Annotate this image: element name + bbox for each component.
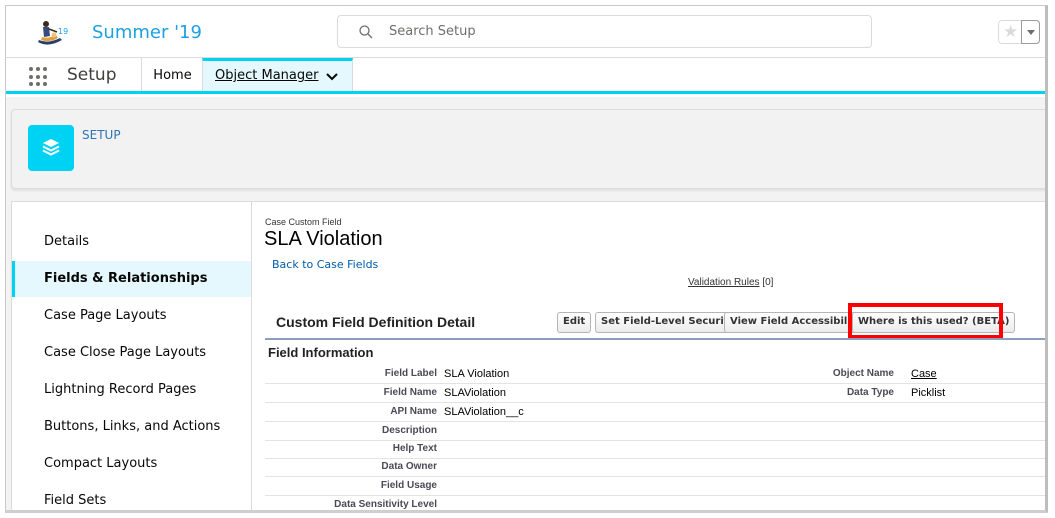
- data-type-label: Data Type: [846, 387, 894, 398]
- app-window: 19 Summer '19 Search Setup ★ Setup Home …: [5, 5, 1048, 513]
- table-row: Description: [265, 422, 1045, 441]
- object-sidebar: Details Fields & Relationships Case Page…: [11, 201, 252, 510]
- context-bar: Setup Home Object Manager: [6, 58, 1045, 94]
- object-name-link[interactable]: Case: [911, 368, 937, 380]
- search-icon: [358, 24, 374, 40]
- sidebar-item-fields-relationships[interactable]: Fields & Relationships: [12, 261, 252, 297]
- table-row: API Name SLAViolation__c: [265, 403, 1045, 422]
- table-row: Field Label SLA Violation Object Name Ca…: [265, 365, 1045, 384]
- sidebar-item-field-sets[interactable]: Field Sets: [12, 483, 252, 510]
- search-input[interactable]: Search Setup: [337, 15, 872, 48]
- sidebar-item-compact-layouts[interactable]: Compact Layouts: [12, 446, 252, 482]
- validation-rules-count: [0]: [762, 277, 774, 288]
- field-detail-panel: Case Custom Field SLA Violation Back to …: [251, 201, 1045, 510]
- table-row: Data Owner: [265, 458, 1045, 477]
- release-brand: Summer '19: [92, 22, 202, 43]
- data-owner-label: Data Owner: [381, 461, 437, 472]
- sidebar-item-case-close-page-layouts[interactable]: Case Close Page Layouts: [12, 335, 252, 371]
- search-placeholder: Search Setup: [389, 24, 476, 39]
- page-header: SETUP: [11, 109, 1045, 189]
- field-name-label: Field Name: [383, 387, 437, 398]
- waffle-icon[interactable]: [29, 67, 49, 87]
- view-field-accessibility-button[interactable]: View Field Accessibility: [724, 312, 869, 333]
- star-icon[interactable]: ★: [1003, 22, 1018, 42]
- section-title: Custom Field Definition Detail: [276, 314, 476, 330]
- breadcrumb: Case Custom Field: [265, 217, 342, 227]
- summer-19-logo-icon: 19: [36, 18, 70, 48]
- back-to-case-fields-link[interactable]: Back to Case Fields: [272, 258, 378, 271]
- tab-home-label: Home: [153, 68, 192, 83]
- object-name-label: Object Name: [832, 368, 894, 379]
- table-row: Field Name SLAViolation Data Type Pickli…: [265, 384, 1045, 403]
- page-header-label: SETUP: [82, 128, 121, 142]
- app-name: Setup: [67, 65, 117, 85]
- sidebar-item-case-page-layouts[interactable]: Case Page Layouts: [12, 298, 252, 334]
- page-title: SLA Violation: [264, 228, 383, 250]
- global-header: 19 Summer '19 Search Setup ★: [6, 6, 1045, 58]
- edit-button[interactable]: Edit: [557, 312, 592, 333]
- data-type-value: Picklist: [911, 387, 946, 399]
- field-usage-label: Field Usage: [380, 480, 437, 491]
- favorites-control: ★: [998, 20, 1040, 44]
- table-row: Data Sensitivity Level: [265, 496, 1045, 510]
- chevron-down-icon[interactable]: [325, 70, 339, 84]
- field-label-label: Field Label: [384, 368, 437, 379]
- set-field-level-security-button[interactable]: Set Field-Level Security: [595, 312, 742, 333]
- sidebar-item-details[interactable]: Details: [12, 224, 252, 260]
- field-name-value: SLAViolation: [444, 387, 506, 399]
- svg-text:19: 19: [58, 27, 68, 36]
- sidebar-item-buttons-links-actions[interactable]: Buttons, Links, and Actions: [12, 409, 252, 445]
- highlight-box: [848, 303, 1003, 339]
- sidebar-item-lightning-record-pages[interactable]: Lightning Record Pages: [12, 372, 252, 408]
- tab-home[interactable]: Home: [141, 58, 203, 91]
- help-text-label: Help Text: [392, 443, 437, 454]
- tab-object-manager[interactable]: Object Manager: [202, 58, 353, 91]
- caret-down-icon[interactable]: [1021, 20, 1040, 44]
- api-name-label: API Name: [390, 406, 437, 417]
- validation-rules-link[interactable]: Validation Rules [0]: [688, 277, 773, 288]
- section-divider: [265, 338, 1045, 340]
- api-name-value: SLAViolation__c: [444, 406, 524, 418]
- field-information-title: Field Information: [268, 345, 374, 360]
- description-label: Description: [381, 425, 437, 436]
- table-row: Help Text: [265, 440, 1045, 459]
- tab-object-manager-label: Object Manager: [215, 68, 319, 83]
- layers-icon: [28, 125, 74, 171]
- field-label-value: SLA Violation: [444, 368, 510, 380]
- table-row: Field Usage: [265, 477, 1045, 496]
- validation-rules-label: Validation Rules: [688, 277, 760, 288]
- data-sensitivity-level-label: Data Sensitivity Level: [334, 499, 437, 510]
